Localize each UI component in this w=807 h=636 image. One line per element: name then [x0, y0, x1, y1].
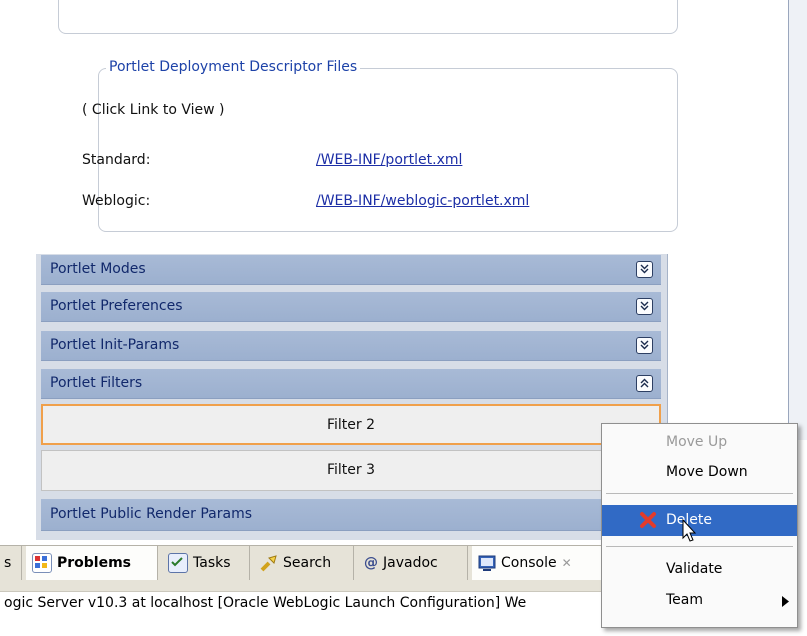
tab-label: Javadoc	[383, 555, 438, 571]
tasks-icon	[168, 553, 188, 573]
tab-tasks[interactable]: Tasks	[162, 546, 250, 580]
section-label: Portlet Modes	[50, 261, 146, 277]
filter-item-filter-2[interactable]: Filter 2	[41, 404, 661, 445]
triangle-right-icon	[782, 595, 789, 611]
tab-javadoc[interactable]: @ Javadoc	[358, 546, 468, 580]
section-portlet-preferences[interactable]: Portlet Preferences	[41, 292, 661, 322]
menu-item-label: Team	[666, 592, 704, 608]
close-icon[interactable]: ✕	[562, 556, 572, 570]
chevron-double-down-icon[interactable]	[636, 261, 653, 278]
tab-label: Console	[501, 555, 557, 571]
tab-label: Tasks	[193, 555, 231, 571]
menu-separator	[606, 546, 793, 547]
tab-console[interactable]: Console ✕	[472, 546, 610, 580]
tab-problems[interactable]: Problems	[26, 546, 158, 580]
menu-separator	[606, 493, 793, 494]
menu-item-move-up[interactable]: Move Up	[602, 428, 797, 458]
problems-icon	[32, 553, 52, 573]
search-flashlight-icon	[260, 554, 278, 572]
context-menu: Move Up Move Down Delete Validate Team	[601, 423, 798, 628]
weblogic-label: Weblogic:	[82, 193, 151, 209]
tab-label: s	[4, 555, 12, 571]
tab-search[interactable]: Search	[254, 546, 354, 580]
chevron-double-down-icon[interactable]	[636, 337, 653, 354]
chevron-double-down-icon[interactable]	[636, 298, 653, 315]
mouse-pointer-icon	[682, 518, 698, 547]
menu-item-team[interactable]: Team	[602, 586, 797, 616]
section-label: Portlet Filters	[50, 375, 143, 391]
details-area: Portlet Deployment Descriptor Files ( Cl…	[36, 0, 678, 254]
menu-item-label: Validate	[666, 561, 723, 577]
weblogic-descriptor-link[interactable]: /WEB-INF/weblogic-portlet.xml	[316, 193, 529, 209]
menu-item-move-down[interactable]: Move Down	[602, 458, 797, 488]
editor-right-gutter	[668, 0, 807, 440]
filter-label: Filter 2	[326, 417, 376, 433]
section-label: Portlet Init-Params	[50, 337, 180, 353]
chevron-double-up-icon[interactable]	[636, 375, 653, 392]
standard-label: Standard:	[82, 152, 151, 168]
filter-label: Filter 3	[326, 462, 376, 478]
menu-item-validate[interactable]: Validate	[602, 555, 797, 585]
menu-item-label: Move Up	[666, 434, 728, 450]
section-label: Portlet Preferences	[50, 298, 183, 314]
tab-label: Problems	[57, 555, 132, 571]
click-link-hint: ( Click Link to View )	[82, 102, 225, 118]
section-portlet-filters[interactable]: Portlet Filters	[41, 369, 661, 399]
console-icon	[478, 554, 496, 572]
console-output: ogic Server v10.3 at localhost [Oracle W…	[0, 591, 607, 619]
red-x-icon	[639, 511, 657, 533]
descriptor-group-title: Portlet Deployment Descriptor Files	[106, 59, 361, 75]
tab-partial[interactable]: s	[0, 546, 22, 580]
section-portlet-init-params[interactable]: Portlet Init-Params	[41, 331, 661, 361]
section-portlet-modes[interactable]: Portlet Modes	[41, 255, 661, 285]
filter-item-filter-3[interactable]: Filter 3	[41, 450, 661, 491]
upper-group-box	[58, 0, 678, 34]
overview-ruler	[788, 0, 807, 440]
console-launch-title: ogic Server v10.3 at localhost [Oracle W…	[4, 595, 527, 611]
menu-item-delete[interactable]: Delete	[602, 505, 797, 542]
tab-label: Search	[283, 555, 332, 571]
javadoc-at-icon: @	[364, 555, 378, 571]
section-portlet-public-render-params[interactable]: Portlet Public Render Params	[41, 499, 661, 531]
standard-descriptor-link[interactable]: /WEB-INF/portlet.xml	[316, 152, 462, 168]
section-label: Portlet Public Render Params	[50, 506, 253, 522]
menu-item-label: Move Down	[666, 464, 748, 480]
